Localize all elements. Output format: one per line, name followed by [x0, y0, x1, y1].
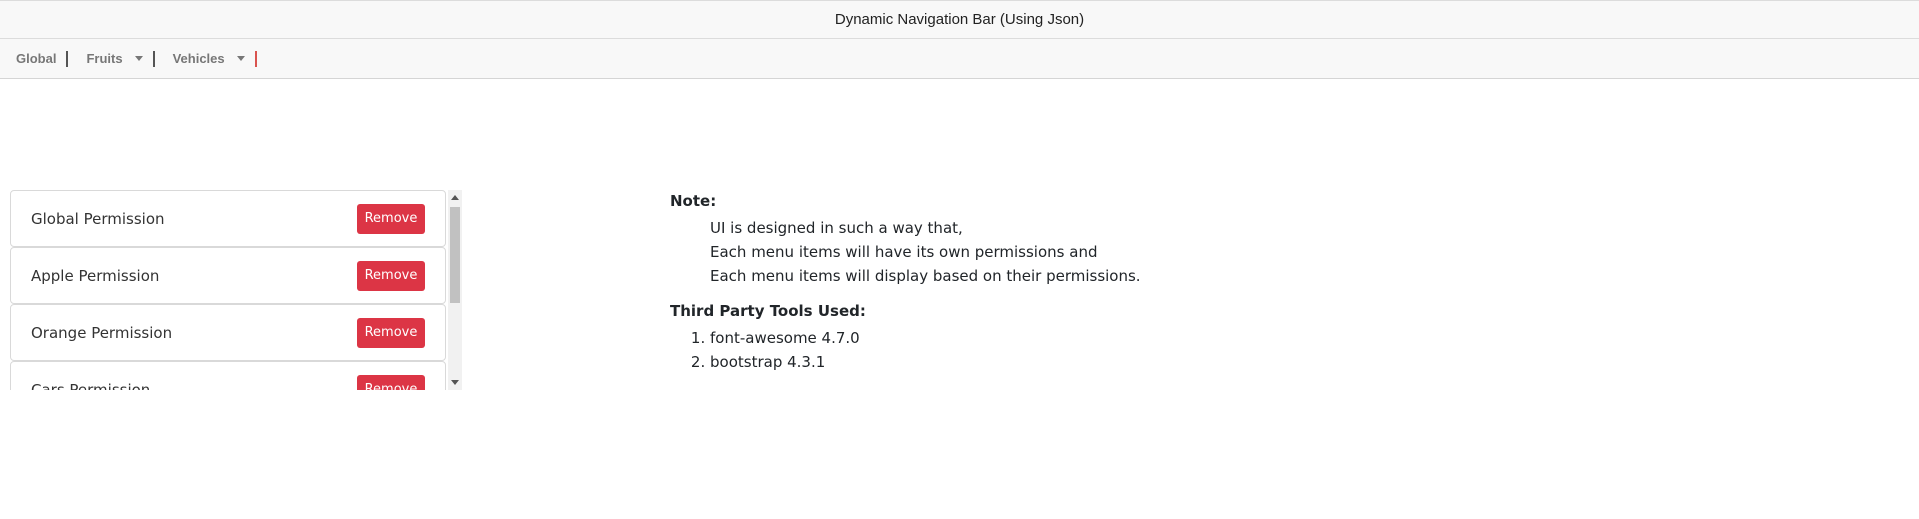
page-title-bar: Dynamic Navigation Bar (Using Json) — [0, 0, 1919, 39]
tools-list-item: font-awesome 4.7.0 — [710, 326, 1141, 350]
permission-label: Cars Permission — [31, 380, 151, 391]
nav-separator — [152, 50, 155, 67]
nav-separator — [66, 50, 69, 67]
note-section: Note: UI is designed in such a way that,… — [670, 192, 1141, 374]
note-line: UI is designed in such a way that, — [710, 219, 963, 237]
nav-item-label: Vehicles — [172, 51, 225, 66]
list-item: Apple Permission Remove — [10, 247, 446, 304]
note-line: Each menu items will display based on th… — [710, 267, 1141, 285]
nav-separator — [254, 50, 257, 67]
nav-item-vehicles[interactable]: Vehicles — [173, 51, 245, 66]
nav-item-label: Global — [16, 51, 57, 66]
note-title: Note: — [670, 192, 717, 210]
note-line: Each menu items will have its own permis… — [710, 243, 1098, 261]
list-item: Cars Permission Remove — [10, 361, 446, 390]
remove-button[interactable]: Remove — [357, 203, 425, 234]
permissions-list: Global Permission Remove Apple Permissio… — [10, 190, 446, 390]
list-item: Orange Permission Remove — [10, 304, 446, 361]
remove-button[interactable]: Remove — [357, 260, 425, 291]
nav-item-fruits[interactable]: Fruits — [86, 51, 143, 66]
caret-down-icon — [236, 56, 245, 61]
permission-label: Orange Permission — [31, 323, 173, 342]
permission-label: Global Permission — [31, 209, 165, 228]
remove-button[interactable]: Remove — [357, 374, 425, 390]
permission-label: Apple Permission — [31, 266, 160, 285]
tools-list-item: bootstrap 4.3.1 — [710, 350, 1141, 374]
scroll-up-icon[interactable] — [451, 195, 459, 200]
scroll-down-icon[interactable] — [451, 380, 459, 385]
navigation-bar: Global Fruits Vehicles — [0, 39, 1919, 79]
tools-list: font-awesome 4.7.0 bootstrap 4.3.1 — [670, 326, 1141, 374]
remove-button[interactable]: Remove — [357, 317, 425, 348]
permissions-panel: Global Permission Remove Apple Permissio… — [10, 190, 462, 390]
scroll-thumb[interactable] — [450, 207, 460, 303]
tools-title: Third Party Tools Used: — [670, 302, 866, 320]
list-item: Global Permission Remove — [10, 190, 446, 247]
nav-item-label: Fruits — [86, 51, 123, 66]
nav-item-global[interactable]: Global — [16, 51, 56, 66]
page-title: Dynamic Navigation Bar (Using Json) — [834, 11, 1085, 28]
scrollbar[interactable] — [448, 190, 462, 390]
caret-down-icon — [134, 56, 143, 61]
